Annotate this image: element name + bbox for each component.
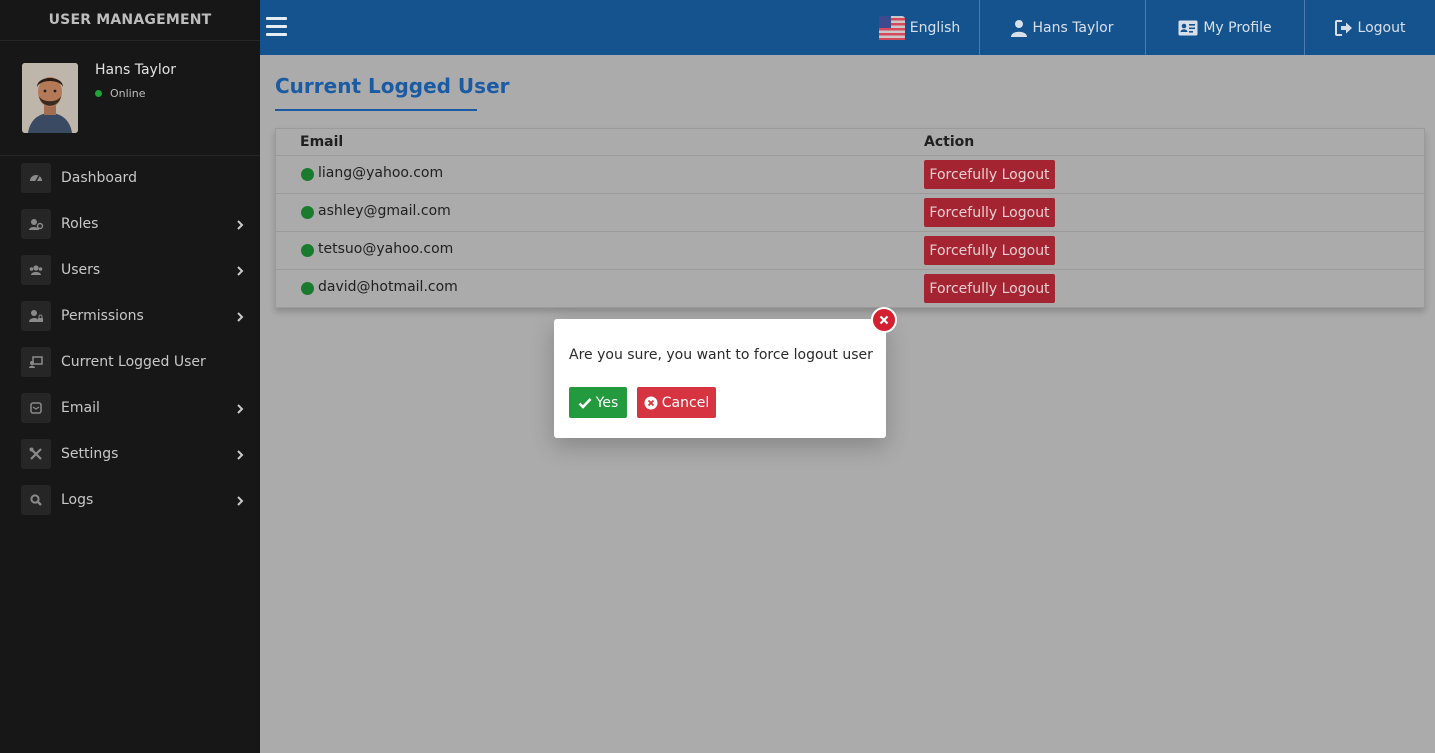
- id-card-icon: [1178, 20, 1198, 36]
- table-row: david@hotmail.com Forcefully Logout: [276, 269, 1424, 307]
- search-icon: [21, 485, 51, 515]
- cancel-circle-icon: [644, 396, 658, 410]
- logout-icon: [1334, 19, 1353, 36]
- table-row: liang@yahoo.com Forcefully Logout: [276, 155, 1424, 193]
- row-email: ashley@gmail.com: [318, 203, 451, 219]
- user-status-label: Online: [110, 87, 146, 100]
- sidebar-item-label: Roles: [61, 216, 99, 232]
- online-status-icon: [95, 90, 102, 97]
- language-selector[interactable]: English: [860, 0, 979, 55]
- table-row: ashley@gmail.com Forcefully Logout: [276, 193, 1424, 231]
- chevron-right-icon: [236, 445, 244, 464]
- force-logout-button[interactable]: Forcefully Logout: [924, 236, 1055, 265]
- chevron-right-icon: [236, 491, 244, 510]
- title-underline: [275, 109, 477, 111]
- sidebar-item-label: Logs: [61, 492, 94, 508]
- chevron-right-icon: [236, 399, 244, 418]
- my-profile-link[interactable]: My Profile: [1146, 0, 1304, 55]
- check-icon: [578, 397, 592, 409]
- row-email: liang@yahoo.com: [318, 165, 444, 181]
- sidebar-item-roles[interactable]: Roles: [0, 201, 260, 247]
- us-flag-icon: [878, 15, 905, 40]
- avatar: [22, 63, 78, 133]
- cancel-button[interactable]: Cancel: [637, 387, 716, 418]
- dialog-message: Are you sure, you want to force logout u…: [569, 347, 873, 363]
- sidebar-item-label: Permissions: [61, 308, 144, 324]
- roles-icon: [21, 209, 51, 239]
- yes-label: Yes: [595, 394, 619, 411]
- topbar-user-name: Hans Taylor: [1032, 19, 1114, 36]
- online-status-icon: [301, 168, 314, 181]
- menu-toggle-icon[interactable]: [266, 17, 287, 37]
- sidebar-item-settings[interactable]: Settings: [0, 431, 260, 477]
- logged-user-icon: [21, 347, 51, 377]
- sidebar-item-logs[interactable]: Logs: [0, 477, 260, 523]
- online-status-icon: [301, 206, 314, 219]
- topbar: English Hans Taylor My Profile Logout: [260, 0, 1435, 55]
- table-row: tetsuo@yahoo.com Forcefully Logout: [276, 231, 1424, 269]
- permissions-icon: [21, 301, 51, 331]
- chevron-right-icon: [236, 307, 244, 326]
- sidebar-item-label: Current Logged User: [61, 354, 206, 370]
- language-label: English: [909, 19, 961, 36]
- sidebar-item-email[interactable]: Email: [0, 385, 260, 431]
- sidebar: USER MANAGEMENT Hans Taylor Online Dashb…: [0, 0, 260, 753]
- sidebar-brand: USER MANAGEMENT: [0, 0, 260, 41]
- force-logout-button[interactable]: Forcefully Logout: [924, 274, 1055, 303]
- sidebar-item-permissions[interactable]: Permissions: [0, 293, 260, 339]
- sidebar-item-current-logged-user[interactable]: Current Logged User: [0, 339, 260, 385]
- row-email: tetsuo@yahoo.com: [318, 241, 454, 257]
- user-status: Online: [95, 87, 145, 100]
- yes-button[interactable]: Yes: [569, 387, 627, 418]
- cancel-label: Cancel: [661, 394, 710, 411]
- force-logout-button[interactable]: Forcefully Logout: [924, 160, 1055, 189]
- chevron-right-icon: [236, 215, 244, 234]
- dashboard-icon: [21, 163, 51, 193]
- close-icon[interactable]: [871, 307, 897, 333]
- sidebar-item-label: Settings: [61, 446, 119, 462]
- sidebar-item-users[interactable]: Users: [0, 247, 260, 293]
- sidebar-user-name: Hans Taylor: [95, 62, 177, 78]
- sidebar-item-label: Dashboard: [61, 170, 137, 186]
- online-status-icon: [301, 244, 314, 257]
- my-profile-label: My Profile: [1203, 19, 1272, 36]
- logged-users-table: Email Action liang@yahoo.com Forcefully …: [275, 128, 1425, 308]
- sidebar-item-label: Users: [61, 262, 101, 278]
- user-icon: [1011, 19, 1028, 37]
- topbar-user[interactable]: Hans Taylor: [980, 0, 1145, 55]
- confirm-logout-dialog: Are you sure, you want to force logout u…: [554, 319, 886, 438]
- column-header-email: Email: [300, 134, 344, 150]
- settings-icon: [21, 439, 51, 469]
- email-icon: [21, 393, 51, 423]
- column-header-action: Action: [924, 134, 975, 150]
- sidebar-item-label: Email: [61, 400, 100, 416]
- chevron-right-icon: [236, 261, 244, 280]
- page-title: Current Logged User: [275, 74, 510, 98]
- sidebar-item-dashboard[interactable]: Dashboard: [0, 155, 260, 201]
- logout-link[interactable]: Logout: [1305, 0, 1435, 55]
- row-email: david@hotmail.com: [318, 279, 458, 295]
- user-panel: Hans Taylor Online: [0, 41, 260, 156]
- logout-label: Logout: [1357, 19, 1406, 36]
- users-icon: [21, 255, 51, 285]
- force-logout-button[interactable]: Forcefully Logout: [924, 198, 1055, 227]
- online-status-icon: [301, 282, 314, 295]
